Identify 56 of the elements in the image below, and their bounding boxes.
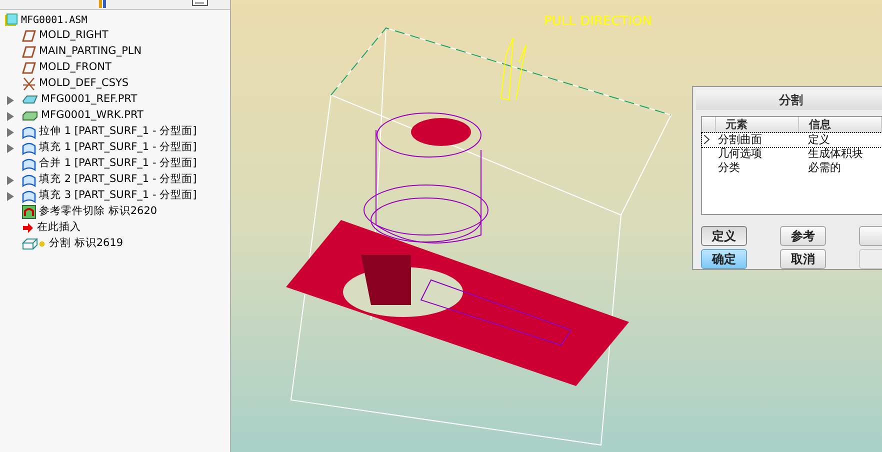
- tree-item[interactable]: 填充 1 [PART_SURF_1 - 分型面]: [39, 140, 197, 156]
- expand-arrow-icon[interactable]: [7, 144, 14, 152]
- tree-item[interactable]: MAIN_PARTING_PLN: [39, 44, 142, 60]
- tree-item[interactable]: MOLD_FRONT: [39, 60, 112, 76]
- block-icon: [22, 111, 38, 121]
- tree-item[interactable]: MOLD_RIGHT: [39, 28, 108, 44]
- tree-item[interactable]: 拉伸 1 [PART_SURF_1 - 分型面]: [39, 124, 197, 140]
- dialog-button[interactable]: 确定: [701, 249, 747, 269]
- surface-icon: [22, 190, 36, 202]
- tree-item[interactable]: MFG0001_REF.PRT: [41, 92, 138, 108]
- table-row[interactable]: 分类 必需的: [702, 160, 882, 175]
- expand-arrow-icon[interactable]: [7, 96, 14, 104]
- tree-item[interactable]: 在此插入: [37, 220, 81, 236]
- table-cell-text: 必需的: [807, 162, 842, 174]
- surface-icon: [22, 126, 36, 138]
- dialog-button[interactable]: 参考: [780, 226, 826, 246]
- expand-arrow-icon[interactable]: [7, 112, 14, 120]
- toolbar-icon[interactable]: [98, 0, 108, 8]
- expand-arrow-icon[interactable]: [7, 192, 14, 200]
- list-icon[interactable]: [192, 0, 208, 6]
- tree-item[interactable]: 填充 3 [PART_SURF_1 - 分型面]: [39, 188, 197, 204]
- tree-item[interactable]: MFG0001_WRK.PRT: [41, 108, 144, 124]
- split-icon: [22, 238, 46, 250]
- datum-plane-icon: [22, 62, 36, 74]
- expand-arrow-icon[interactable]: [7, 176, 14, 184]
- table-cell-text: 分类: [717, 162, 742, 174]
- tree-item[interactable]: 合并 1 [PART_SURF_1 - 分型面]: [39, 156, 197, 172]
- tree-item[interactable]: 分割 标识2619: [49, 236, 124, 252]
- coordinate-system-icon: [22, 77, 36, 91]
- datum-plane-icon: [22, 30, 36, 42]
- table-cell-text: 分割曲面: [717, 134, 764, 146]
- pull-direction-label: PULL DIRECTION: [544, 13, 652, 31]
- datum-plane-icon: [22, 46, 36, 58]
- tree-item[interactable]: 参考零件切除 标识2620: [39, 204, 158, 220]
- surface-icon: [22, 158, 36, 170]
- table-row[interactable]: 几何选项 生成体积块: [702, 146, 882, 161]
- surface-icon: [22, 142, 36, 154]
- tree-item[interactable]: 填充 2 [PART_SURF_1 - 分型面]: [39, 172, 197, 188]
- dialog-title: 分割: [696, 90, 882, 110]
- dialog-button[interactable]: 取消: [780, 249, 826, 269]
- table-cell-text: 生成体积块: [807, 148, 864, 160]
- tree-item[interactable]: MFG0001.ASM: [21, 12, 88, 28]
- surface-icon: [22, 174, 36, 186]
- cutout-icon: [22, 205, 36, 219]
- column-header[interactable]: 元素: [716, 116, 799, 132]
- arrow-icon: [22, 222, 34, 234]
- table-row[interactable]: 分割曲面 定义: [702, 132, 882, 147]
- chevron-icon: [704, 135, 710, 144]
- part-icon: [22, 95, 38, 105]
- table-cell-text: 定义: [807, 134, 832, 146]
- column-header[interactable]: 信息: [798, 116, 882, 132]
- table-cell-text: 几何选项: [717, 148, 764, 160]
- dialog-button[interactable]: 定义: [701, 226, 747, 246]
- tree-item[interactable]: MOLD_DEF_CSYS: [39, 76, 129, 92]
- expand-arrow-icon[interactable]: [7, 128, 14, 136]
- assembly-icon: [4, 13, 18, 27]
